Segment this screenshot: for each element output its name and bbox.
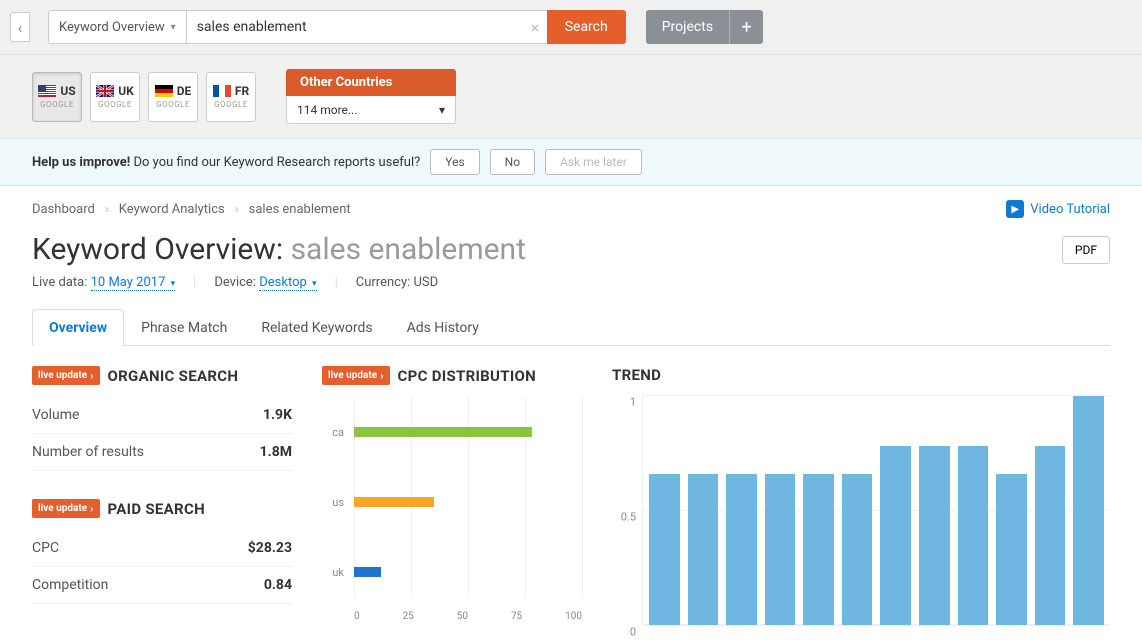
trend-bar bbox=[996, 474, 1027, 625]
flag-icon bbox=[96, 85, 114, 97]
cpc-title: CPC DISTRIBUTION bbox=[398, 367, 537, 385]
country-row: USGOOGLEUKGOOGLEDEGOOGLEFRGOOGLE Other C… bbox=[0, 55, 1142, 138]
projects-button[interactable]: Projects bbox=[646, 10, 729, 44]
trend-bar bbox=[649, 474, 680, 625]
trend-bar bbox=[919, 446, 950, 625]
flag-icon bbox=[155, 85, 173, 97]
live-update-badge: live update bbox=[322, 366, 390, 385]
meta-row: Live data: 10 May 2017 ▾ | Device: Deskt… bbox=[32, 275, 1110, 290]
chevron-down-icon: ▾ bbox=[171, 22, 176, 33]
main: Dashboard › Keyword Analytics › sales en… bbox=[0, 186, 1142, 640]
country-card-uk[interactable]: UKGOOGLE bbox=[90, 72, 140, 122]
trend-bar bbox=[688, 474, 719, 625]
other-countries: Other Countries 114 more... ▾ bbox=[286, 69, 456, 124]
topbar: ‹ Keyword Overview ▾ × Search Projects + bbox=[0, 0, 1142, 55]
cpc-bar bbox=[354, 497, 434, 507]
organic-paid-column: live update ORGANIC SEARCH Volume 1.9K N… bbox=[32, 366, 292, 626]
live-update-badge: live update bbox=[32, 366, 100, 385]
clear-icon[interactable]: × bbox=[531, 18, 547, 37]
organic-search-header: live update ORGANIC SEARCH bbox=[32, 366, 292, 385]
trend-bar bbox=[726, 474, 757, 625]
add-project-button[interactable]: + bbox=[729, 10, 763, 44]
trend-bar bbox=[1035, 446, 1066, 625]
flag-icon bbox=[213, 85, 231, 97]
other-countries-header: Other Countries bbox=[286, 69, 456, 96]
cpc-bar-row: uk bbox=[322, 537, 582, 607]
other-countries-value: 114 more... bbox=[297, 103, 357, 117]
cpc-header: live update CPC DISTRIBUTION bbox=[322, 366, 582, 385]
trend-header: TREND bbox=[612, 366, 1110, 384]
live-update-badge: live update bbox=[32, 499, 100, 518]
breadcrumb-item[interactable]: Keyword Analytics bbox=[119, 202, 225, 217]
breadcrumb-current: sales enablement bbox=[249, 202, 351, 217]
country-card-fr[interactable]: FRGOOGLE bbox=[206, 72, 256, 122]
trend-bar bbox=[958, 446, 989, 625]
feedback-later-button[interactable]: Ask me later bbox=[545, 149, 642, 175]
cpc-bar-row: ca bbox=[322, 397, 582, 467]
video-tutorial-link[interactable]: ▶ Video Tutorial bbox=[1006, 200, 1110, 218]
search-wrap: × bbox=[187, 10, 547, 44]
search-button[interactable]: Search bbox=[547, 10, 626, 44]
trend-bar bbox=[765, 474, 796, 625]
stat-row: Number of results 1.8M bbox=[32, 434, 292, 471]
export-pdf-button[interactable]: PDF bbox=[1062, 236, 1110, 264]
breadcrumb: Dashboard › Keyword Analytics › sales en… bbox=[32, 200, 1110, 218]
scope-dropdown[interactable]: Keyword Overview ▾ bbox=[48, 10, 187, 44]
chevron-down-icon: ▾ bbox=[439, 103, 445, 117]
tab-overview[interactable]: Overview bbox=[32, 309, 124, 346]
play-icon: ▶ bbox=[1006, 200, 1024, 218]
scope-dropdown-label: Keyword Overview bbox=[59, 20, 165, 35]
tabs: Overview Phrase Match Related Keywords A… bbox=[32, 308, 1110, 346]
chevron-down-icon: ▾ bbox=[312, 279, 317, 289]
trend-bar bbox=[880, 446, 911, 625]
feedback-bold: Help us improve! bbox=[32, 155, 130, 170]
stat-row: CPC $28.23 bbox=[32, 530, 292, 567]
device-picker[interactable]: Desktop ▾ bbox=[259, 275, 316, 291]
trend-chart: 00.51 bbox=[612, 396, 1110, 626]
trend-column: TREND 00.51 bbox=[612, 366, 1110, 626]
cpc-bar bbox=[354, 567, 381, 577]
tab-related-keywords[interactable]: Related Keywords bbox=[244, 309, 389, 346]
country-card-us[interactable]: USGOOGLE bbox=[32, 72, 82, 122]
flag-icon bbox=[38, 85, 56, 97]
stat-row: Volume 1.9K bbox=[32, 397, 292, 434]
feedback-bar: Help us improve! Do you find our Keyword… bbox=[0, 138, 1142, 186]
paid-search-header: live update PAID SEARCH bbox=[32, 499, 292, 518]
search-input[interactable] bbox=[187, 10, 557, 44]
trend-bar bbox=[842, 474, 873, 625]
tab-ads-history[interactable]: Ads History bbox=[390, 309, 496, 346]
country-card-de[interactable]: DEGOOGLE bbox=[148, 72, 198, 122]
feedback-text: Do you find our Keyword Research reports… bbox=[133, 155, 420, 170]
breadcrumb-item[interactable]: Dashboard bbox=[32, 202, 95, 217]
cpc-bar-row: us bbox=[322, 467, 582, 537]
live-data-picker[interactable]: 10 May 2017 ▾ bbox=[91, 275, 176, 291]
trend-bar bbox=[1073, 396, 1104, 625]
chevron-down-icon: ▾ bbox=[171, 279, 176, 289]
back-button[interactable]: ‹ bbox=[10, 12, 30, 42]
feedback-yes-button[interactable]: Yes bbox=[430, 149, 479, 175]
chevron-right-icon: › bbox=[235, 202, 239, 217]
video-tutorial-label: Video Tutorial bbox=[1030, 202, 1110, 217]
organic-search-title: ORGANIC SEARCH bbox=[108, 367, 239, 385]
page-title: Keyword Overview: sales enablement bbox=[32, 232, 526, 267]
tab-phrase-match[interactable]: Phrase Match bbox=[124, 309, 244, 346]
cpc-column: live update CPC DISTRIBUTION causuk 0255… bbox=[322, 366, 582, 626]
other-countries-select[interactable]: 114 more... ▾ bbox=[286, 96, 456, 124]
feedback-no-button[interactable]: No bbox=[490, 149, 535, 175]
stat-row: Competition 0.84 bbox=[32, 567, 292, 604]
cpc-chart: causuk 0255075100 bbox=[322, 397, 582, 617]
panels: live update ORGANIC SEARCH Volume 1.9K N… bbox=[32, 366, 1110, 626]
trend-title: TREND bbox=[612, 366, 661, 384]
paid-search-title: PAID SEARCH bbox=[108, 500, 205, 518]
trend-bar bbox=[803, 474, 834, 625]
cpc-bar bbox=[354, 427, 532, 437]
title-row: Keyword Overview: sales enablement PDF bbox=[32, 232, 1110, 267]
chevron-right-icon: › bbox=[105, 202, 109, 217]
